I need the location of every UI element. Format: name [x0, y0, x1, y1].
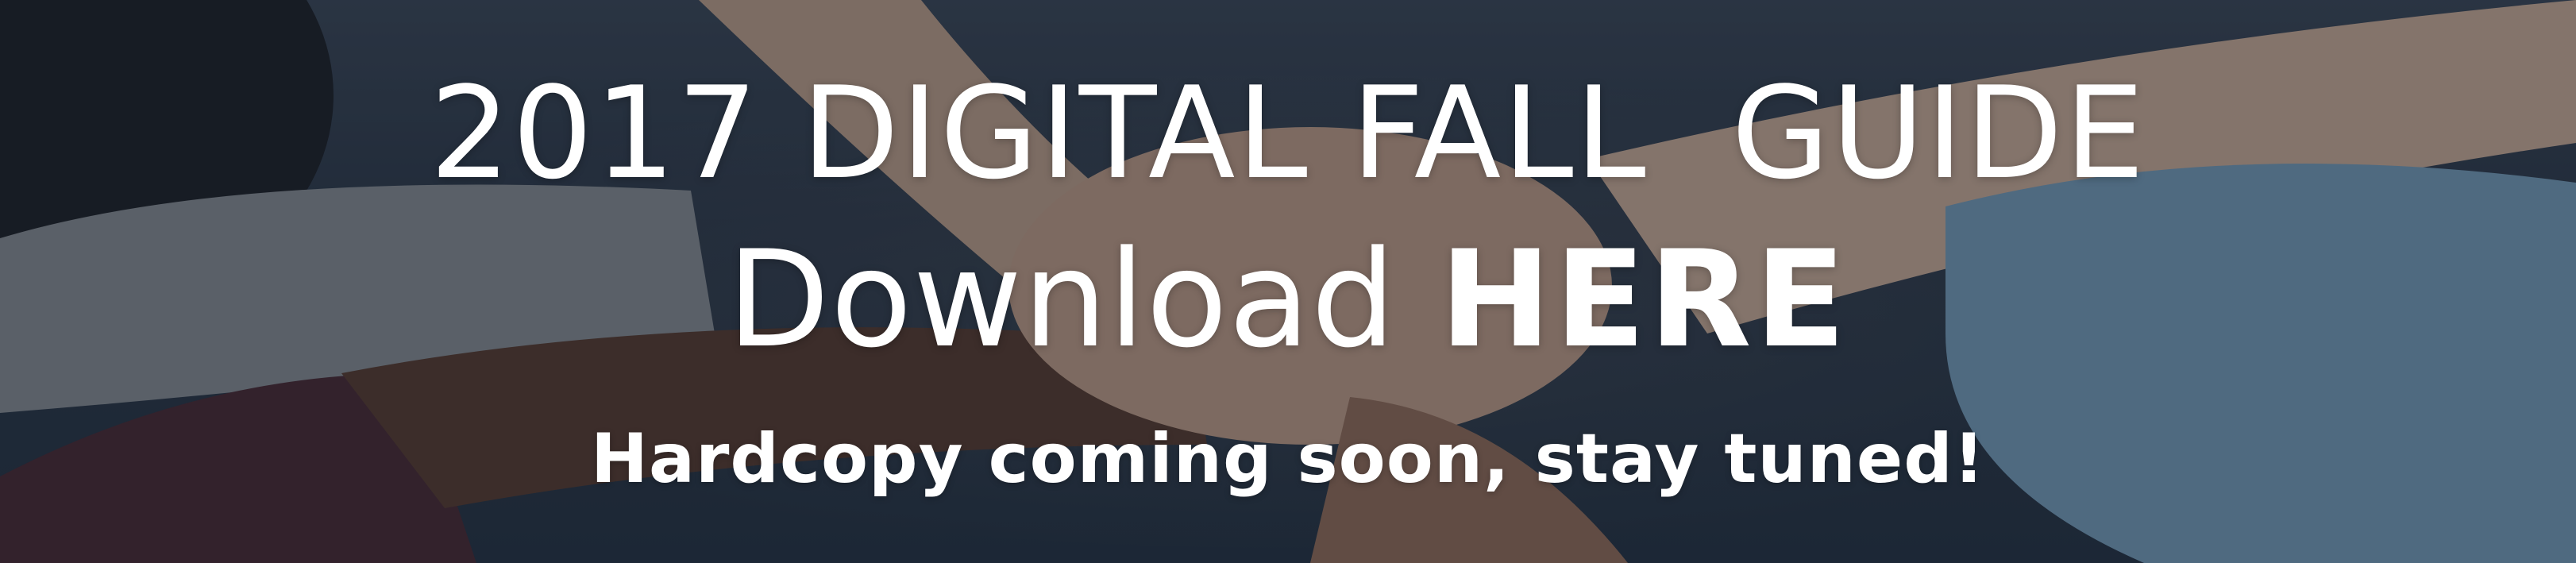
download-here-link[interactable]: HERE [1440, 222, 1849, 377]
hardcopy-tagline: Hardcopy coming soon, stay tuned! [590, 419, 1986, 499]
download-text: Download [727, 222, 1440, 377]
download-line: Download HERE [0, 224, 2576, 375]
guide-title: 2017 DIGITAL FALL GUIDE [430, 59, 2146, 207]
fall-guide-banner[interactable]: 2017 DIGITAL FALL GUIDE Download HERE Ha… [0, 0, 2576, 563]
